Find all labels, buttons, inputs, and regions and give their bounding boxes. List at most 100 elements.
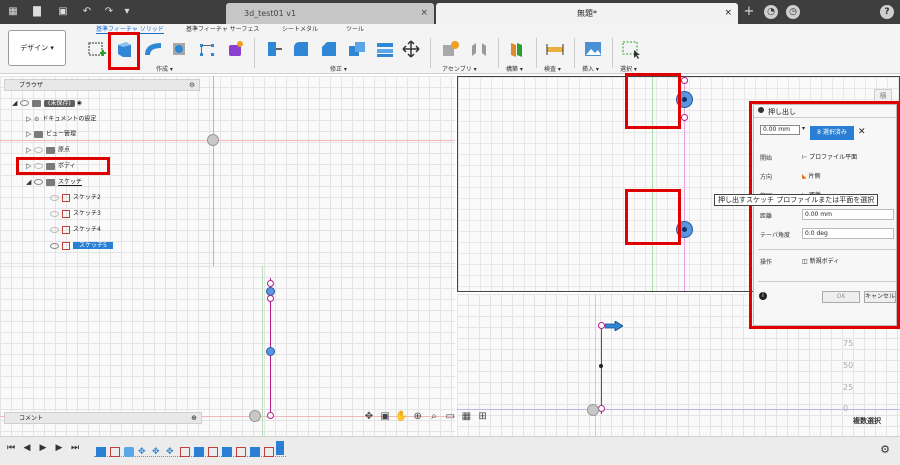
zoom-window-icon[interactable]: ⌕ [427,411,441,422]
joint-icon[interactable] [468,39,490,59]
tree-item-document-settings[interactable]: ▷ ⚙ ドキュメントの設定 [26,112,96,126]
sketch-point[interactable] [267,412,274,419]
step-forward-icon[interactable]: ▶ [52,443,66,453]
timeline-track[interactable]: ✥ ✥ ✥ [94,441,286,457]
eye-icon[interactable] [50,226,59,233]
select-box-icon[interactable] [620,39,642,59]
job-status-icon[interactable]: ◔ [764,5,778,19]
offset-plane-icon[interactable] [506,39,528,59]
measure-icon[interactable] [544,39,566,59]
orbit-icon[interactable]: ✥ [362,411,376,422]
eye-icon[interactable] [50,210,59,217]
collapse-arrow-icon[interactable]: ◢ [26,175,34,189]
collapse-arrow-icon[interactable]: ◢ [12,96,20,110]
expand-arrow-icon[interactable]: ▷ [26,127,34,141]
construct-group-label[interactable]: 構築 ▾ [506,64,523,73]
timeline-move-icon[interactable]: ✥ [166,447,176,457]
tree-item-sketches[interactable]: ◢ スケッチ [26,175,82,189]
timeline-sketch-icon[interactable] [236,447,246,457]
sketch-point[interactable] [599,364,603,368]
sketch-point[interactable] [598,405,605,412]
loft-icon[interactable] [196,39,218,59]
timeline-settings-gear-icon[interactable]: ⚙ [878,443,892,456]
origin-marker[interactable] [587,404,599,416]
viewports-icon[interactable]: ⊞ [476,411,490,422]
comment-panel[interactable]: コメント ⊕ [4,412,202,424]
save-icon[interactable]: ▣ [56,5,70,19]
timeline-move-icon[interactable]: ✥ [138,447,148,457]
grid-settings-icon[interactable]: ▦ [459,411,473,422]
pan-icon[interactable]: ✋ [394,411,408,422]
tree-item-sketch5[interactable]: スケッチ5 [50,239,113,253]
timeline-sketch-icon[interactable] [208,447,218,457]
profile-circle[interactable] [266,347,275,356]
create-sketch-icon[interactable] [86,39,108,59]
form-icon[interactable] [224,39,246,59]
file-icon[interactable]: ▇ [30,5,44,19]
new-tab-icon[interactable]: + [742,5,756,19]
eye-icon[interactable] [34,179,43,185]
timeline-move-icon[interactable]: ✥ [152,447,162,457]
timeline-extrude-icon[interactable] [222,447,232,457]
add-comment-icon[interactable]: ⊕ [191,413,197,424]
display-settings-icon[interactable]: ▭ [443,411,457,422]
split-body-icon[interactable] [374,39,396,59]
fillet-icon[interactable] [290,39,312,59]
go-to-start-icon[interactable]: ⏮ [4,443,18,453]
go-to-end-icon[interactable]: ⏭ [68,443,82,453]
eye-icon[interactable] [50,242,59,249]
sketch-point[interactable] [598,322,605,329]
timeline-sketch-icon[interactable] [110,447,120,457]
sketch-point[interactable] [681,114,688,121]
origin-marker[interactable] [249,410,261,422]
tab-surface[interactable]: 基準フィーチャ サーフェス [186,24,259,33]
workspace-switcher-button[interactable]: デザイン ▾ [8,30,66,66]
timeline-extrude-icon[interactable] [250,447,260,457]
tree-item-sketch2[interactable]: スケッチ2 [50,191,101,205]
sweep-icon[interactable] [168,39,190,59]
tree-item-origin[interactable]: ▷ 原点 [26,143,70,157]
play-icon[interactable]: ▶ [36,443,50,453]
tree-item-sketch3[interactable]: スケッチ3 [50,207,101,221]
shell-icon[interactable] [346,39,368,59]
sketch-point[interactable] [267,295,274,302]
timeline-marker[interactable] [276,441,284,455]
tree-item-sketch4[interactable]: スケッチ4 [50,223,101,237]
clock-icon[interactable]: ◷ [786,5,800,19]
radio-icon[interactable]: ◉ [77,100,82,107]
tab-untitled[interactable]: 無題* × [436,3,738,24]
insert-image-icon[interactable] [582,39,604,59]
grid-app-icon[interactable]: ▦ [6,5,20,19]
step-back-icon[interactable]: ◀ [20,443,34,453]
tab-sheet-metal[interactable]: シートメタル [282,24,318,33]
new-component-icon[interactable] [440,39,462,59]
redo-dropdown-icon[interactable]: ▾ [120,5,134,19]
modify-group-label[interactable]: 修正 ▾ [330,64,347,73]
top-left-viewport[interactable]: ブラウザ ⊝ ◢ (未保存) ◉ ▷ ⚙ ドキュメントの設定 ▷ ビュー管理 ▷ 原点 ▷… [0,76,455,266]
press-pull-icon[interactable] [262,39,284,59]
eye-icon[interactable] [34,147,43,153]
inspect-group-label[interactable]: 検査 ▾ [544,64,561,73]
origin-marker[interactable] [207,134,219,146]
chamfer-icon[interactable] [318,39,340,59]
timeline-sketch-icon[interactable] [264,447,274,457]
insert-group-label[interactable]: 挿入 ▾ [582,64,599,73]
timeline-component-icon[interactable] [96,447,106,457]
revolve-icon[interactable] [142,39,164,59]
collapse-icon[interactable]: ⊝ [189,80,195,91]
eye-icon[interactable] [20,100,29,106]
expand-arrow-icon[interactable]: ▷ [26,143,34,157]
timeline-feature-icon[interactable] [124,447,134,457]
assemble-group-label[interactable]: アセンブリ ▾ [442,64,477,73]
zoom-icon[interactable]: ⊕ [411,411,425,422]
redo-icon[interactable]: ↷ [102,5,116,19]
tab-3d-test01[interactable]: 3d_test01 v1 × [226,3,434,24]
sketch-point[interactable] [681,77,688,84]
tree-item-view-management[interactable]: ▷ ビュー管理 [26,127,76,141]
look-at-icon[interactable]: ▣ [378,411,392,422]
tab-close-icon[interactable]: × [724,3,732,24]
tab-tools[interactable]: ツール [346,24,364,33]
tab-close-icon[interactable]: × [420,3,428,24]
sketch-point[interactable] [267,280,274,287]
timeline-extrude-icon[interactable] [194,447,204,457]
